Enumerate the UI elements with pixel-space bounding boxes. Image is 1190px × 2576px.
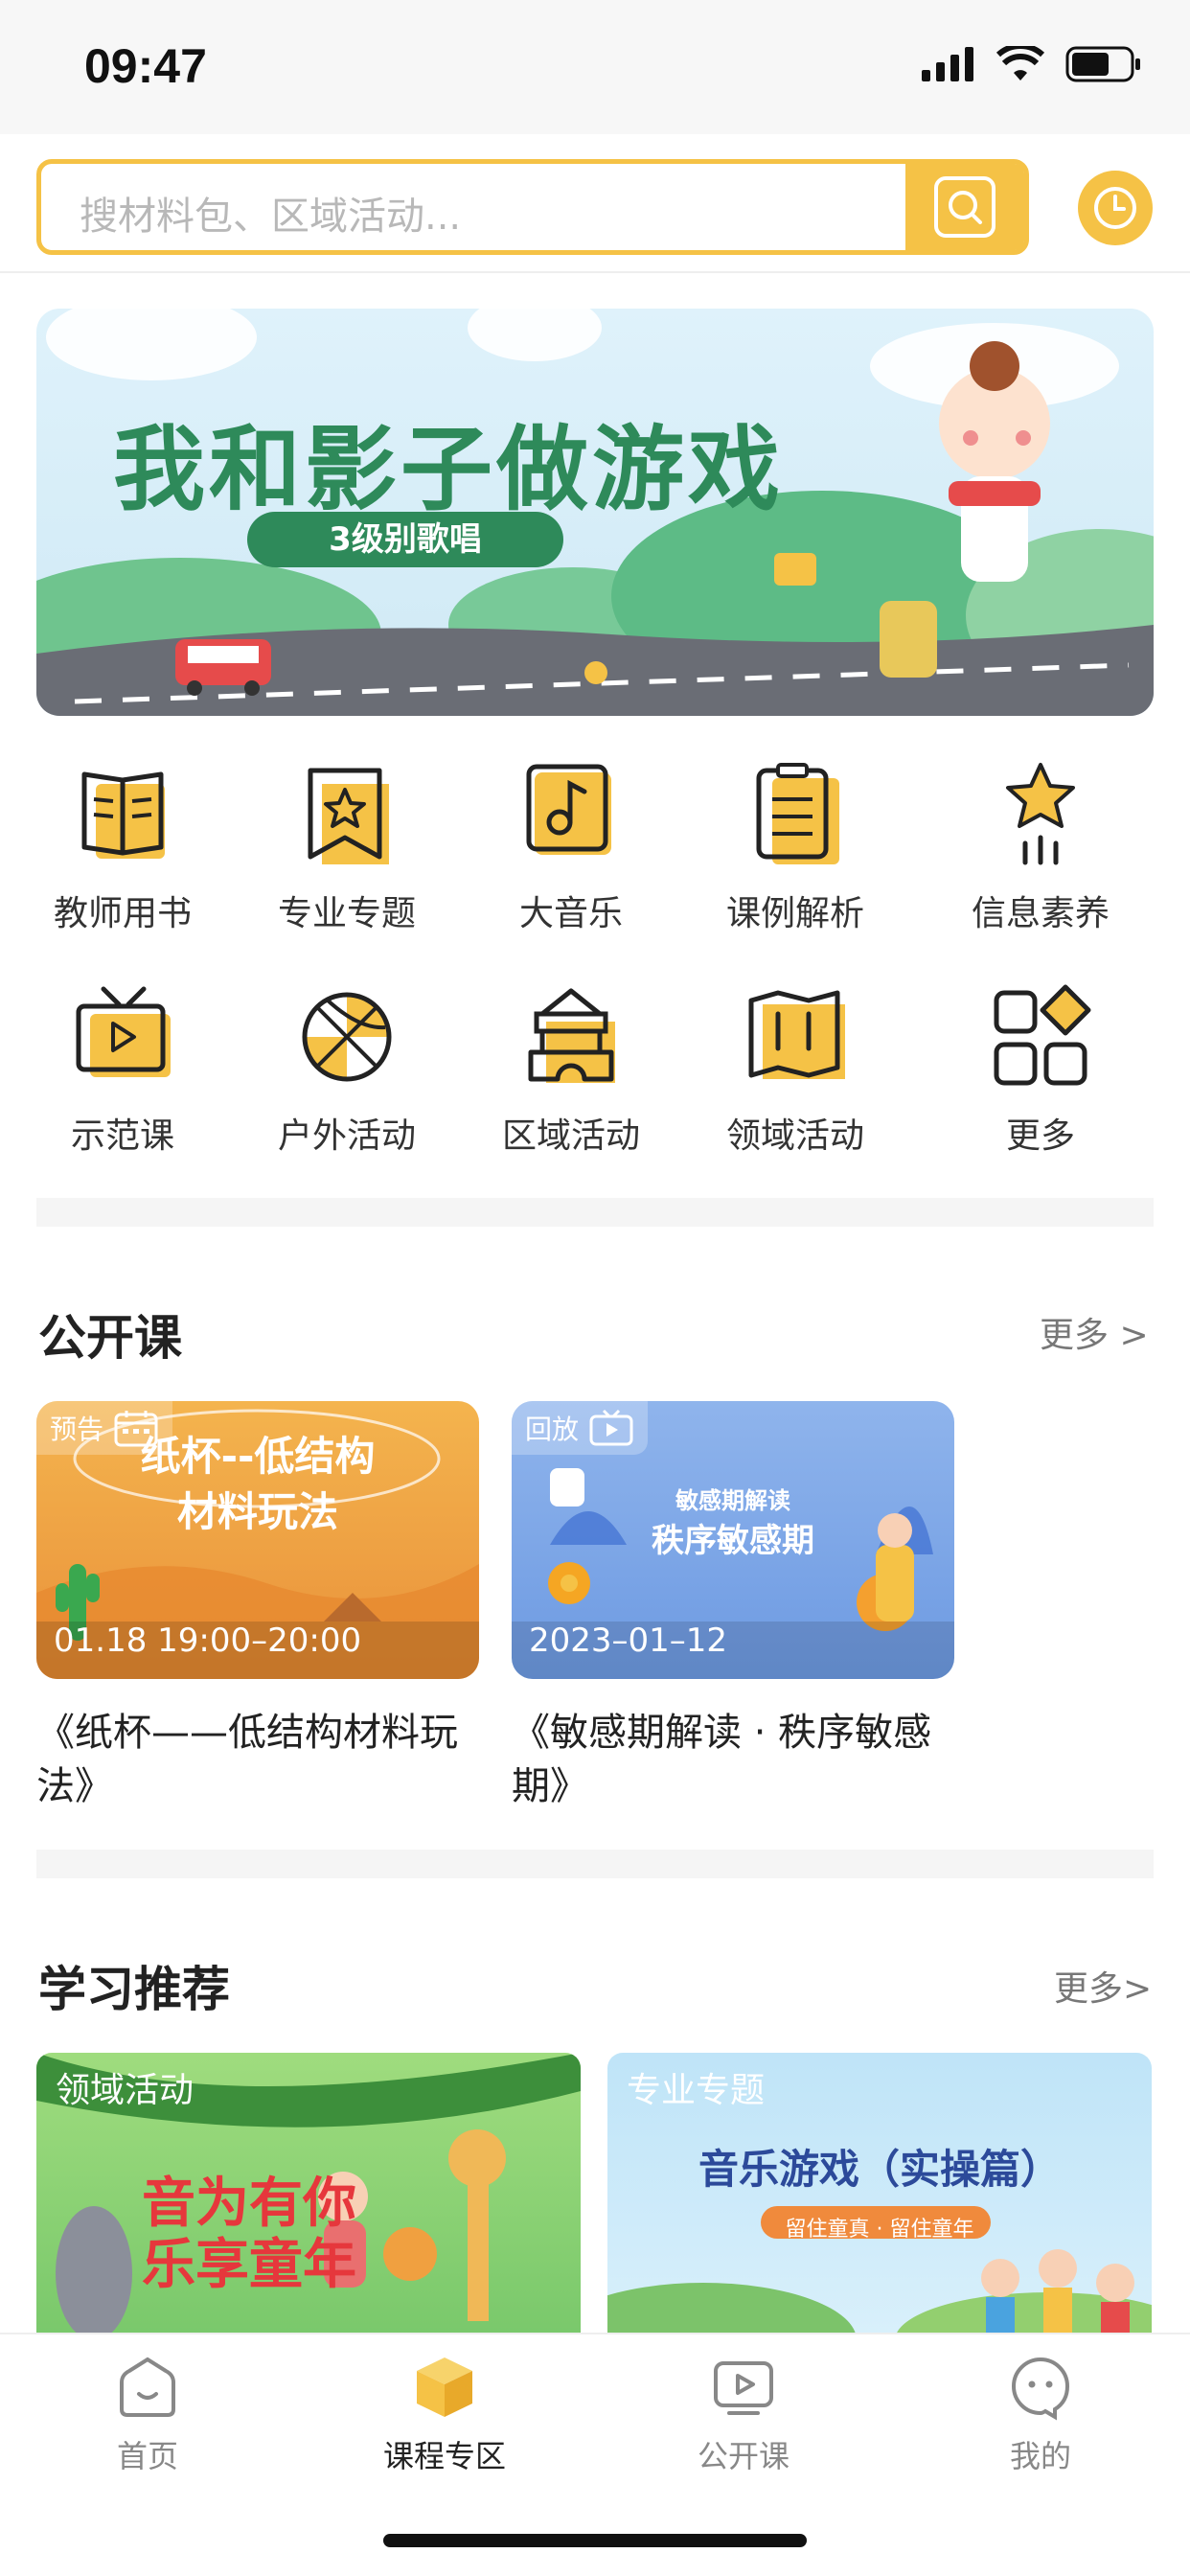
- promo-banner[interactable]: 我和影子做游戏 3级别歌唱: [36, 309, 1154, 716]
- home-indicator[interactable]: [383, 2534, 807, 2547]
- search-placeholder: 搜材料包、区域活动...: [80, 195, 462, 239]
- tv-play-icon: [714, 2361, 773, 2415]
- search-button[interactable]: [905, 164, 1024, 250]
- section-divider: [36, 1850, 1154, 1878]
- tab-label: 首页: [116, 2438, 178, 2474]
- grid-label: 户外活动: [277, 1116, 416, 1156]
- grid-item-music[interactable]: 大音乐: [475, 757, 667, 935]
- course-thumbnail: 敏感期解读 秩序敏感期 回放 2023–01–12: [512, 1401, 954, 1679]
- banner-title: 我和影子做游戏: [113, 416, 784, 523]
- section-divider: [36, 1198, 1154, 1227]
- grid-item-domain-activity[interactable]: 领域活动: [699, 979, 891, 1158]
- home-face-icon: [120, 2357, 175, 2417]
- search-icon: [934, 176, 995, 238]
- music-note-icon: [526, 764, 611, 855]
- tab-label: 课程专区: [382, 2438, 506, 2474]
- recommend-tag: 专业专题: [627, 2071, 766, 2110]
- grid-item-info-literacy[interactable]: 信息素养: [945, 757, 1136, 935]
- grid-item-teacher-books[interactable]: 教师用书: [27, 757, 218, 935]
- course-tag-label: 回放: [525, 1414, 580, 1445]
- grid-label: 信息素养: [971, 894, 1110, 933]
- course-card-replay[interactable]: 敏感期解读 秩序敏感期 回放 2023–01–12 《敏感期解读 · 秩序敏感期…: [512, 1401, 954, 1813]
- signal-icon: [922, 47, 973, 81]
- grid-label: 教师用书: [53, 894, 192, 933]
- building-blocks-icon: [528, 988, 615, 1083]
- course-name: 《纸杯——低结构材料玩法》: [36, 1711, 458, 1808]
- recommend-tag: 领域活动: [56, 2071, 195, 2110]
- recommend-title: 学习推荐: [38, 1962, 230, 2017]
- grid-label: 课例解析: [725, 894, 864, 933]
- open-class-title: 公开课: [38, 1310, 182, 1366]
- recommend-more-link[interactable]: 更多>: [1054, 1961, 1152, 2011]
- grid-item-demo-class[interactable]: 示范课: [27, 979, 218, 1158]
- basketball-icon: [302, 992, 392, 1082]
- grid-label: 领域活动: [725, 1116, 864, 1156]
- grid-item-lesson-analysis[interactable]: 课例解析: [699, 757, 891, 935]
- course-card-preview[interactable]: 纸杯--低结构 材料玩法 预告 01.18 19:00–20:00 《纸杯——低…: [36, 1401, 479, 1813]
- status-time: 09:47: [84, 39, 207, 93]
- clipboard-icon: [756, 763, 839, 864]
- tab-open-class[interactable]: 公开课: [648, 2354, 839, 2476]
- search-row: 搜材料包、区域活动...: [0, 134, 1190, 273]
- tab-profile[interactable]: 我的: [945, 2354, 1136, 2476]
- course-thumb-subtitle: 秩序敏感期: [652, 1522, 814, 1560]
- book-icon: [81, 771, 165, 859]
- course-time: 2023–01–12: [529, 1622, 728, 1660]
- recommend-thumb-subtitle: 留住童真 · 留住童年: [785, 2218, 974, 2242]
- recommend-thumb-subtitle: 乐享童年: [142, 2234, 356, 2296]
- profile-face-icon: [1012, 2357, 1070, 2421]
- calendar-icon: [114, 1411, 158, 1447]
- clock-icon: [1094, 187, 1136, 229]
- grid-label: 专业专题: [277, 894, 416, 933]
- wifi-icon: [996, 46, 1044, 80]
- grid-label: 区域活动: [501, 1116, 640, 1156]
- course-thumbnail: 纸杯--低结构 材料玩法 预告 01.18 19:00–20:00: [36, 1401, 479, 1679]
- search-input[interactable]: 搜材料包、区域活动...: [36, 159, 1029, 255]
- banner-subtitle: 3级别歌唱: [247, 512, 563, 567]
- grid-label: 更多: [1005, 1116, 1075, 1156]
- course-thumb-title: 敏感期解读: [675, 1487, 790, 1514]
- recommend-card-topic[interactable]: 音乐游戏（实操篇） 留住童真 · 留住童年 专业专题: [607, 2053, 1152, 2340]
- bookmark-star-icon: [308, 768, 389, 864]
- grid-label: 大音乐: [518, 894, 623, 933]
- tab-courses[interactable]: 课程专区: [349, 2354, 540, 2476]
- battery-icon: [1065, 46, 1140, 82]
- course-tag: 预告: [36, 1401, 173, 1455]
- tv-play-icon: [589, 1409, 633, 1446]
- grid-item-special-topics[interactable]: 专业专题: [251, 757, 443, 935]
- grid-label: 示范课: [70, 1116, 174, 1156]
- open-class-more-link[interactable]: 更多 >: [1040, 1307, 1149, 1357]
- recommend-thumb-title: 音乐游戏（实操篇）: [698, 2146, 1061, 2193]
- course-name: 《敏感期解读 · 秩序敏感期》: [512, 1711, 932, 1808]
- recommend-card-domain[interactable]: 音为有你 乐享童年 领域活动: [36, 2053, 581, 2340]
- tab-home[interactable]: 首页: [52, 2354, 243, 2476]
- history-button[interactable]: [1078, 171, 1153, 245]
- status-bar: 09:47: [0, 0, 1190, 134]
- course-thumb-subtitle: 材料玩法: [176, 1488, 338, 1535]
- grid-item-area-activity[interactable]: 区域活动: [475, 979, 667, 1158]
- status-icons: [922, 46, 1142, 82]
- apps-grid-icon: [994, 984, 1091, 1086]
- star-signal-icon: [1006, 763, 1075, 865]
- tv-play-icon: [76, 986, 171, 1077]
- course-tag: 回放: [512, 1401, 649, 1455]
- course-tag-label: 预告: [50, 1414, 104, 1445]
- grid-item-outdoor[interactable]: 户外活动: [251, 979, 443, 1158]
- cube-icon: [417, 2358, 472, 2417]
- course-time: 01.18 19:00–20:00: [54, 1622, 362, 1660]
- tab-label: 公开课: [697, 2438, 790, 2474]
- grid-item-more[interactable]: 更多: [945, 979, 1136, 1158]
- map-icon: [748, 990, 845, 1079]
- tab-label: 我的: [1009, 2438, 1071, 2474]
